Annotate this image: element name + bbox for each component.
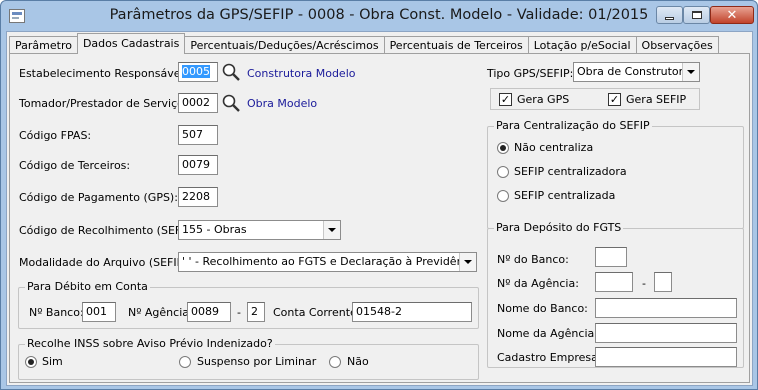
debito-agencia-input[interactable]: 0089 bbox=[187, 302, 231, 322]
gera-sefip-checkbox[interactable]: ✓ bbox=[608, 93, 621, 106]
title-bar[interactable]: Parâmetros da GPS/SEFIP - 0008 - Obra Co… bbox=[1, 1, 757, 31]
centralizadora-label[interactable]: SEFIP centralizadora bbox=[514, 165, 627, 178]
tomador-label: Tomador/Prestador de Serviço: bbox=[19, 97, 188, 110]
fgts-group: Para Depósito do FGTS Nº do Banco: Nº da… bbox=[487, 221, 744, 368]
tomador-input[interactable]: 0002 bbox=[178, 93, 218, 113]
magnifier-icon bbox=[222, 94, 240, 112]
centraliza-nao-label[interactable]: Não centraliza bbox=[514, 141, 593, 154]
close-icon: ✕ bbox=[726, 7, 738, 23]
fgts-nome-banco-label: Nome do Banco: bbox=[497, 302, 588, 315]
chevron-down-icon[interactable] bbox=[323, 221, 340, 239]
centralizada-radio[interactable] bbox=[497, 190, 509, 202]
tab-dados-cadastrais[interactable]: Dados Cadastrais bbox=[76, 33, 186, 54]
inss-nao-radio[interactable] bbox=[329, 356, 341, 368]
modalidade-label: Modalidade do Arquivo (SEFIP): bbox=[19, 256, 192, 269]
debito-group-label: Para Débito em Conta bbox=[25, 280, 150, 293]
tab-lotacao-esocial[interactable]: Lotação p/eSocial bbox=[527, 36, 637, 54]
tomador-name: Obra Modelo bbox=[247, 97, 318, 110]
magnifier-icon bbox=[222, 63, 240, 81]
centralizacao-group-label: Para Centralização do SEFIP bbox=[494, 119, 652, 132]
close-button[interactable]: ✕ bbox=[710, 6, 754, 24]
centralizacao-group: Para Centralização do SEFIP Não centrali… bbox=[487, 119, 744, 229]
terceiros-input[interactable]: 0079 bbox=[178, 155, 218, 175]
fpas-label: Código FPAS: bbox=[19, 129, 92, 142]
fgts-banco-label: Nº do Banco: bbox=[497, 253, 569, 266]
gera-sefip-label[interactable]: Gera SEFIP bbox=[626, 93, 686, 106]
tipo-label: Tipo GPS/SEFIP: bbox=[487, 67, 574, 80]
maximize-button[interactable] bbox=[683, 6, 710, 24]
estabelecimento-name: Construtora Modelo bbox=[247, 67, 356, 80]
fgts-cadastro-input[interactable] bbox=[595, 347, 737, 367]
inss-suspenso-radio[interactable] bbox=[179, 356, 191, 368]
fgts-banco-input[interactable] bbox=[595, 247, 627, 267]
fgts-agencia-input[interactable] bbox=[595, 272, 633, 292]
pagamento-input[interactable]: 2208 bbox=[178, 187, 218, 207]
estabelecimento-input[interactable]: 0005 bbox=[178, 62, 218, 82]
tipo-select[interactable]: Obra de Construtora bbox=[573, 62, 700, 82]
tab-percentuais[interactable]: Percentuais/Deduções/Acréscimos bbox=[184, 36, 385, 54]
pagamento-label: Código de Pagamento (GPS): bbox=[19, 191, 178, 204]
debito-dash: - bbox=[237, 306, 241, 319]
debito-banco-input[interactable]: 001 bbox=[82, 302, 116, 322]
minimize-icon bbox=[665, 16, 674, 20]
tab-parametro[interactable]: Parâmetro bbox=[9, 36, 78, 54]
centralizada-label[interactable]: SEFIP centralizada bbox=[514, 189, 615, 202]
chevron-down-icon[interactable] bbox=[682, 63, 699, 81]
inss-suspenso-label[interactable]: Suspenso por Liminar bbox=[197, 355, 316, 368]
debito-banco-label: Nº Banco: bbox=[29, 306, 84, 319]
debito-agencia-dv-input[interactable]: 2 bbox=[247, 302, 265, 322]
estabelecimento-label: Estabelecimento Responsável: bbox=[19, 67, 188, 80]
fgts-agencia-dv-input[interactable] bbox=[654, 272, 672, 292]
centraliza-nao-radio[interactable] bbox=[497, 142, 509, 154]
inss-sim-radio[interactable] bbox=[25, 356, 37, 368]
chevron-down-icon[interactable] bbox=[459, 253, 476, 271]
fgts-nome-banco-input[interactable] bbox=[595, 298, 737, 318]
gera-gps-checkbox[interactable]: ✓ bbox=[499, 93, 512, 106]
tab-strip: Parâmetro Dados Cadastrais Percentuais/D… bbox=[9, 33, 719, 54]
debito-group: Para Débito em Conta Nº Banco: 001 Nº Ag… bbox=[18, 280, 479, 329]
modalidade-select[interactable]: ' ' - Recolhimento ao FGTS e Declaração … bbox=[178, 252, 477, 272]
tab-panel-dados-cadastrais: Estabelecimento Responsável: 0005 Constr… bbox=[9, 53, 750, 383]
tab-observacoes[interactable]: Observações bbox=[635, 36, 719, 54]
fgts-dash: - bbox=[642, 277, 646, 290]
tab-percentuais-terceiros[interactable]: Percentuais de Terceiros bbox=[383, 36, 529, 54]
minimize-button[interactable] bbox=[656, 6, 683, 24]
gera-box: ✓ Gera GPS ✓ Gera SEFIP bbox=[490, 88, 700, 110]
tomador-search-button[interactable] bbox=[220, 92, 242, 114]
inss-group-label: Recolhe INSS sobre Aviso Prévio Indeniza… bbox=[25, 337, 275, 350]
terceiros-label: Código de Terceiros: bbox=[19, 159, 131, 172]
recolhimento-label: Código de Recolhimento (SEFIP): bbox=[19, 224, 200, 237]
debito-conta-input[interactable]: 01548-2 bbox=[352, 302, 472, 322]
window-title: Parâmetros da GPS/SEFIP - 0008 - Obra Co… bbox=[109, 7, 649, 23]
recolhimento-select[interactable]: 155 - Obras bbox=[178, 220, 341, 240]
client-area: Parâmetro Dados Cadastrais Percentuais/D… bbox=[6, 31, 753, 386]
centralizadora-radio[interactable] bbox=[497, 166, 509, 178]
fgts-group-label: Para Depósito do FGTS bbox=[494, 221, 624, 234]
debito-agencia-label: Nº Agência: bbox=[128, 306, 193, 319]
fgts-nome-agencia-label: Nome da Agência: bbox=[497, 327, 598, 340]
inss-group: Recolhe INSS sobre Aviso Prévio Indeniza… bbox=[18, 337, 479, 380]
debito-conta-label: Conta Corrente: bbox=[273, 306, 361, 319]
inss-sim-label[interactable]: Sim bbox=[42, 355, 63, 368]
window: Parâmetros da GPS/SEFIP - 0008 - Obra Co… bbox=[0, 0, 758, 390]
fgts-nome-agencia-input[interactable] bbox=[595, 323, 737, 343]
gera-gps-label[interactable]: Gera GPS bbox=[517, 93, 569, 106]
fgts-cadastro-label: Cadastro Empresa: bbox=[497, 351, 602, 364]
inss-nao-label[interactable]: Não bbox=[347, 355, 369, 368]
estabelecimento-search-button[interactable] bbox=[220, 61, 242, 83]
maximize-icon bbox=[691, 11, 702, 19]
fgts-agencia-label: Nº da Agência: bbox=[497, 277, 579, 290]
fpas-input[interactable]: 507 bbox=[178, 125, 218, 145]
